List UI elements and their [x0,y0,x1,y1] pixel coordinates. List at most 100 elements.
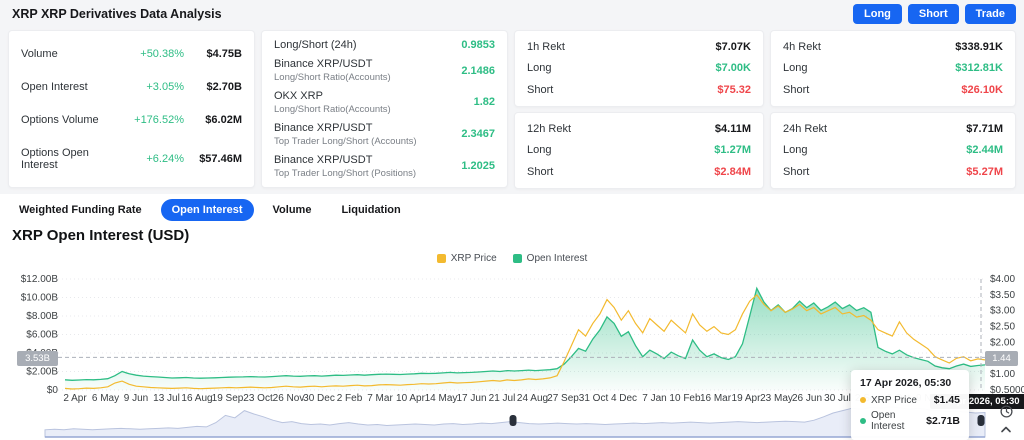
short-button[interactable]: Short [907,4,959,24]
svg-text:13 Jul: 13 Jul [153,393,180,404]
chart-title: XRP Open Interest (USD) [12,227,190,244]
svg-text:2 Feb: 2 Feb [337,393,363,404]
legend-item-open-interest[interactable]: Open Interest [512,253,588,264]
ratio-value: 1.82 [473,96,495,109]
legend-item-xrp-price[interactable]: XRP Price [436,253,497,264]
stat-value: $57.46M [199,152,242,165]
svg-text:$10.00B: $10.00B [21,293,59,304]
stat-row-options-open-interest: Options Open Interest +6.24% $57.46M [9,147,254,171]
rekt-long-label: Long [527,144,552,157]
navigator-handle-left[interactable] [509,415,517,426]
rekt-card-24h: 24h Rekt $7.71M Long $2.44M Short $5.27M [770,112,1016,189]
rekt-long-label: Long [783,62,808,75]
stat-label: Open Interest [21,80,88,93]
market-overview-card: Volume +50.38% $4.75B Open Interest +3.0… [8,30,255,188]
ratio-label: Binance XRP/USDT [274,58,373,71]
open-interest-area [65,288,985,390]
svg-text:23 May: 23 May [760,393,793,404]
chart-tooltip: 17 Apr 2026, 05:30 XRP Price $1.45 Open … [851,370,969,440]
stat-row-options-volume: Options Volume +176.52% $6.02M [9,114,254,126]
rekt-long-label: Long [527,62,552,75]
svg-text:$4.00: $4.00 [990,274,1015,285]
rekt-period-label: 4h Rekt [783,40,821,53]
derivatives-dashboard: XRP XRP Derivatives Data Analysis Long S… [0,0,1024,440]
tab-weighted-funding-rate[interactable]: Weighted Funding Rate [8,199,153,221]
rekt-long-value: $1.27M [714,144,751,157]
svg-text:$8.00B: $8.00B [26,311,58,322]
tab-open-interest[interactable]: Open Interest [160,199,254,221]
svg-text:31 Oct: 31 Oct [579,393,609,404]
ratio-value: 2.1486 [461,64,495,77]
crosshair-right-axis-badge: 1.44 [985,351,1018,366]
svg-text:$6.00B: $6.00B [26,330,58,341]
rekt-short-value: $2.84M [714,166,751,179]
svg-text:17 Jun: 17 Jun [456,393,486,404]
rekt-total: $4.11M [714,122,751,135]
rekt-short-value: $75.32 [717,84,751,97]
stat-label: Options Open Interest [21,146,89,171]
svg-text:$2.00B: $2.00B [26,367,58,378]
stat-value: $6.02M [205,113,242,126]
rekt-short-value: $26.10K [961,84,1003,97]
open-interest-swatch-icon [512,254,522,263]
chevron-up-icon[interactable] [999,424,1013,434]
chart-navigator[interactable] [44,406,986,438]
tab-liquidation[interactable]: Liquidation [330,199,411,221]
stat-change: +3.05% [146,80,184,93]
ratio-label: Binance XRP/USDT [274,121,373,134]
tooltip-value: $1.45 [933,394,960,406]
crosshair-left-axis-badge: 3.53B [17,351,58,366]
rekt-period-label: 1h Rekt [527,40,565,53]
svg-text:$2.00: $2.00 [990,337,1015,348]
stat-label: Volume [21,47,58,60]
svg-text:10 Feb: 10 Feb [669,393,701,404]
stat-change: +6.24% [146,152,184,165]
tooltip-timestamp: 17 Apr 2026, 05:30 [860,377,952,389]
rekt-total: $7.71M [966,122,1003,135]
legend-label: Open Interest [526,253,588,264]
svg-text:$3.50: $3.50 [990,290,1015,301]
page-title: XRP XRP Derivatives Data Analysis [12,7,222,21]
ratio-sublabel: Top Trader Long/Short (Accounts) [274,135,417,147]
chart-tabs: Weighted Funding Rate Open Interest Volu… [8,199,412,221]
trade-button[interactable]: Trade [964,4,1016,24]
svg-text:16 Aug: 16 Aug [181,393,212,404]
rekt-total: $338.91K [955,40,1003,53]
ratio-sublabel: Long/Short Ratio(Accounts) [274,72,391,84]
tab-volume[interactable]: Volume [262,199,323,221]
svg-text:6 May: 6 May [92,393,119,404]
rekt-card-4h: 4h Rekt $338.91K Long $312.81K Short $26.10… [770,30,1016,107]
ratio-label: OKX XRP [274,89,323,102]
rekt-total: $7.07K [715,40,751,53]
svg-text:26 Jun: 26 Jun [792,393,822,404]
rekt-short-label: Short [527,166,554,179]
tooltip-value: $2.71B [926,415,960,427]
rekt-long-value: $7.00K [715,62,751,75]
ratio-row: Long/Short (24h) 0.9853 [262,39,507,51]
stat-value: $2.70B [206,80,242,93]
stat-change: +50.38% [140,47,184,60]
svg-text:26 Nov: 26 Nov [273,393,305,404]
svg-text:$12.00B: $12.00B [21,274,59,285]
svg-text:19 Sep: 19 Sep [212,393,244,404]
svg-text:7 Mar: 7 Mar [367,393,393,404]
clock-icon[interactable] [999,404,1014,419]
svg-text:$0: $0 [47,385,59,396]
ratio-value: 0.9853 [461,39,495,52]
rekt-short-label: Short [783,166,810,179]
rekt-long-value: $2.44M [966,144,1003,157]
svg-text:$2.50: $2.50 [990,322,1015,333]
ratio-row: OKX XRP Long/Short Ratio(Accounts) 1.82 [262,90,507,115]
svg-text:9 Jun: 9 Jun [124,393,148,404]
ratio-value: 2.3467 [461,128,495,141]
long-button[interactable]: Long [853,4,902,24]
ratio-row: Binance XRP/USDT Top Trader Long/Short (A… [262,122,507,147]
svg-text:30 Dec: 30 Dec [303,393,335,404]
svg-text:23 Oct: 23 Oct [243,393,273,404]
tooltip-row-open-interest: Open Interest $2.71B [860,410,960,432]
rekt-long-label: Long [783,144,808,157]
stat-row-volume: Volume +50.38% $4.75B [9,48,254,60]
rekt-period-label: 24h Rekt [783,122,828,135]
svg-text:7 Jan: 7 Jan [642,393,666,404]
navigator-handle-right[interactable] [977,415,985,426]
